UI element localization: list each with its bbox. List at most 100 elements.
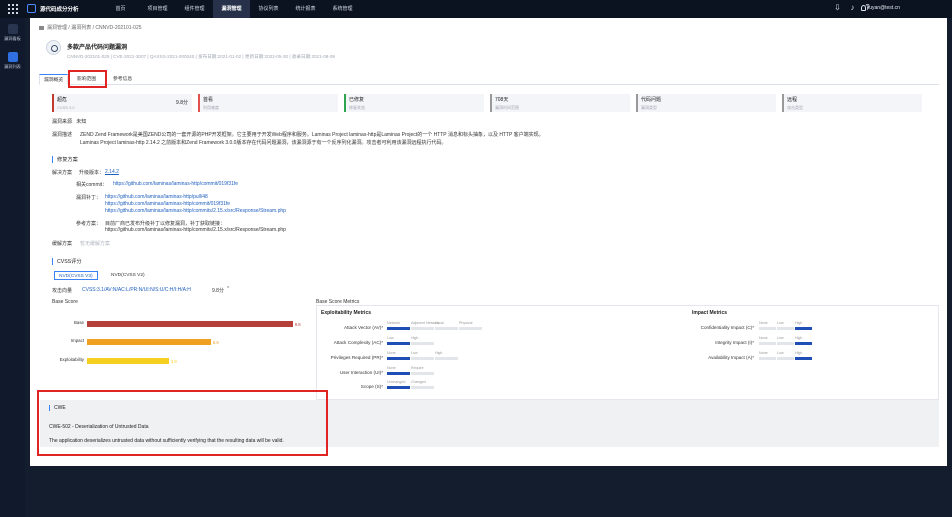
metric-option[interactable]: Low [777,336,784,340]
metric-option[interactable]: None [387,351,396,355]
chart-bar [87,358,169,364]
metric-track-bar[interactable] [759,342,776,345]
breadcrumb-item[interactable]: 漏洞列表 [71,25,91,31]
metric-track-bar[interactable] [777,327,794,330]
apps-grid-icon[interactable] [8,4,18,14]
tab-overview[interactable]: 漏洞概览 [39,74,69,85]
breadcrumb-item[interactable]: 漏洞管理 [47,25,67,31]
metric-option[interactable]: Changed [411,380,426,384]
metric-option[interactable]: None [759,351,768,355]
nav-item-system[interactable]: 系统管理 [324,0,361,18]
metric-track-bar[interactable] [411,372,434,375]
metric-option[interactable]: Low [777,321,784,325]
sidebar-item-dashboard[interactable]: 漏洞看板 [0,24,25,42]
metric-option[interactable]: Physical [459,321,472,325]
metric-selected-bar[interactable] [387,357,410,360]
nav-item-reports[interactable]: 统计报表 [287,0,324,18]
card-value: 超危 [57,97,68,103]
exploitability-title: Exploitability Metrics [321,310,372,316]
main-nav: 首页 项目管理 组件管理 漏洞管理 协议列表 统计报表 系统管理 [102,0,361,18]
metric-option[interactable]: Require [411,366,424,370]
metric-track-bar[interactable] [435,357,458,360]
nav-item-home[interactable]: 首页 [102,0,139,18]
sidebar-item-vuln-list[interactable]: 漏洞列表 [0,52,25,70]
upgrade-version-link[interactable]: 2.14.2 [105,169,119,175]
vector-string: CVSS:3.1/AV:N/AC:L/PR:N/UI:N/S:U/C:H/I:H… [82,287,191,293]
chart-category-label: Base [73,320,84,325]
fix-status-card: 已修复 修复状态 [344,94,484,112]
download-icon[interactable]: ⇩ [833,3,842,12]
desc-line-1: ZEND Zend Framework是美国ZEND公司的一套开源的PHP开发框… [80,132,544,138]
severity-card: 超危 CVSS 3.0 9.8分 [52,94,192,112]
metric-track-bar[interactable] [435,327,458,330]
metric-selected-bar[interactable] [795,327,812,330]
breadcrumb-current: CNNVD-202101-025 [95,25,142,31]
metric-option[interactable]: High [435,351,442,355]
solution-label: 解决方案 [52,170,73,176]
nav-item-vulnerabilities[interactable]: 漏洞管理 [213,0,250,18]
chart-bar [87,321,293,327]
metric-track-bar[interactable] [411,357,434,360]
chart-category-label: Exploitability [59,357,84,362]
chart-value-label: 3.9 [170,358,177,364]
metric-option[interactable]: Unchanged [387,380,405,384]
card-label: 漏洞类型 [641,105,657,110]
metric-selected-bar[interactable] [387,372,410,375]
metric-option[interactable]: High [795,321,802,325]
metric-selected-bar[interactable] [795,342,812,345]
top-bar: 源代码成分分析 首页 项目管理 组件管理 漏洞管理 协议列表 统计报表 系统管理… [0,0,952,18]
nav-item-components[interactable]: 组件管理 [176,0,213,18]
metric-name: Privileges Required (PR)* [330,355,383,360]
metric-option[interactable]: None [759,336,768,340]
chart-category-label: Impact [70,338,84,343]
dashboard-icon [7,24,18,34]
metric-option[interactable]: High [795,336,802,340]
user-icon[interactable] [861,5,866,11]
metric-selected-bar[interactable] [387,327,410,330]
metric-selected-bar[interactable] [387,386,410,389]
vulnerability-icon [46,40,61,55]
tab-nvd-cvss-v3[interactable]: NVD(CVSS V3) [54,271,98,280]
ref-link[interactable]: https://github.com/laminas/laminas-http/… [105,227,286,233]
metric-track-bar[interactable] [759,357,776,360]
sidebar-item-label: 漏洞看板 [4,36,21,41]
tab-references[interactable]: 参考信息 [109,74,136,85]
patch-link[interactable]: https://github.com/laminas/laminas-http/… [105,194,208,200]
home-icon[interactable] [39,25,44,30]
metric-option[interactable]: Network [387,321,400,325]
fix-section-title: 修复方案 [52,156,78,163]
metric-name: User Interaction (UI)* [339,370,383,375]
metric-option[interactable]: None [387,366,396,370]
metric-selected-bar[interactable] [387,342,410,345]
source-label: 漏洞来源 [52,119,73,125]
metric-option[interactable]: High [411,336,418,340]
metric-track-bar[interactable] [777,342,794,345]
user-account[interactable]: liuyan@test.cn [867,5,900,11]
card-label: 漏洞时间范围 [495,105,519,110]
metric-selected-bar[interactable] [795,357,812,360]
metric-option[interactable]: High [795,351,802,355]
patch-link[interactable]: https://github.com/laminas/laminas-http/… [105,201,230,207]
metric-option[interactable]: Low [387,336,394,340]
nav-item-projects[interactable]: 项目管理 [139,0,176,18]
metric-option[interactable]: None [759,321,768,325]
metric-track-bar[interactable] [411,386,434,389]
metric-track-bar[interactable] [459,327,482,330]
metric-track-bar[interactable] [411,327,434,330]
metric-option[interactable]: Low [777,351,784,355]
patch-link[interactable]: https://github.com/laminas/laminas-http/… [105,208,286,214]
card-value: 已修复 [349,97,365,103]
metric-option[interactable]: Local [435,321,444,325]
mitigation-label: 缓解方案 [52,241,73,247]
nav-item-licenses[interactable]: 协议列表 [250,0,287,18]
time-range-card: 708天 漏洞时间范围 [490,94,630,112]
notification-bell-icon[interactable]: ♪ [848,3,857,12]
tab-nvd-cvss-v2[interactable]: NVD(CVSS V2) [107,271,149,280]
collapse-icon[interactable]: ^ [227,286,229,292]
metric-track-bar[interactable] [411,342,434,345]
highlight-box [68,70,107,88]
metric-option[interactable]: Low [411,351,418,355]
metric-track-bar[interactable] [777,357,794,360]
commit-link[interactable]: https://github.com/laminas/laminas-http/… [113,181,238,187]
metric-track-bar[interactable] [759,327,776,330]
